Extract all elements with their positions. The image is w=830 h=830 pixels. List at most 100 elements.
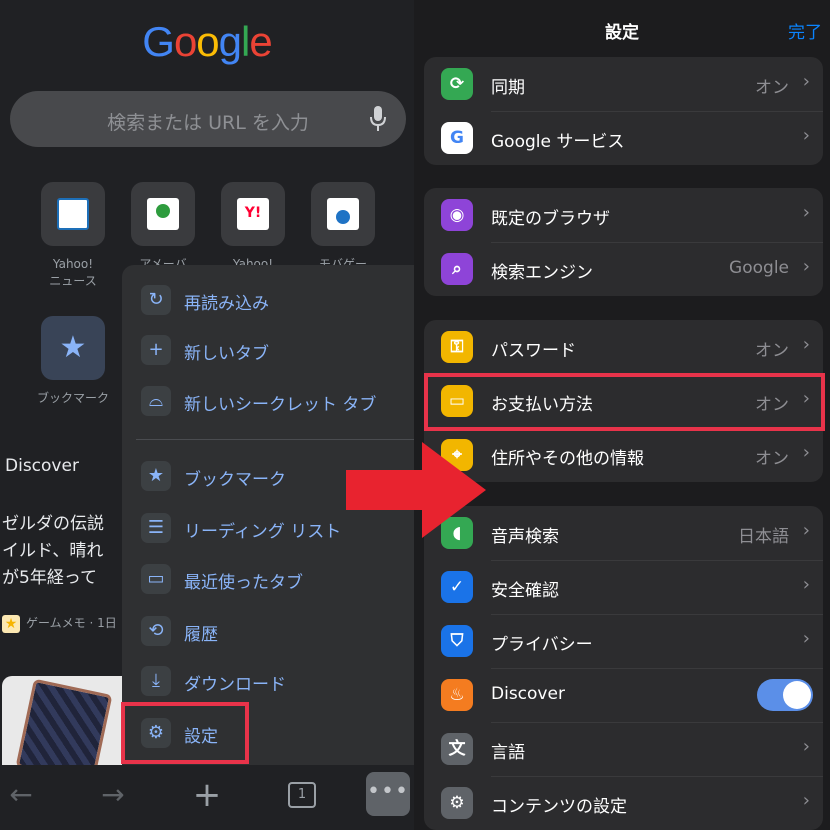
tab-switcher-button[interactable]: 1 [288, 782, 316, 808]
mic-icon[interactable] [370, 106, 386, 132]
google-icon: G [441, 122, 473, 154]
forward-button[interactable]: → [96, 775, 130, 815]
done-button[interactable]: 完了 [788, 18, 822, 43]
shield-icon: ⛉ [441, 625, 473, 657]
menu-item-label: ブックマーク [184, 470, 286, 490]
flame-icon: ♨ [441, 679, 473, 711]
row-label: Google サービス [491, 132, 625, 152]
shortcut-tile-mobage[interactable]: モバゲー [310, 182, 376, 273]
star-icon: ★ [141, 461, 171, 491]
settings-group-advanced: ◖ 音声検索 日本語 › ✓ 安全確認 › ⛉ プライバシー › ♨ Disco… [424, 506, 823, 830]
settings-group-account: ⟳ 同期 オン › G Google サービス › [424, 57, 823, 165]
plus-icon: + [141, 335, 171, 365]
reading-list-icon: ☰ [141, 513, 171, 543]
star-icon: ★ [2, 614, 20, 633]
search-placeholder: 検索または URL を入力 [107, 112, 309, 134]
key-icon: ⚿ [441, 331, 473, 363]
settings-row-default-browser[interactable]: ◉ 既定のブラウザ › [424, 188, 823, 242]
chevron-right-icon: › [802, 202, 810, 223]
gear-icon: ⚙ [441, 787, 473, 819]
chrome-new-tab-page: Google 検索または URL を入力 Yahoo! ニュース アメーバ Y!… [0, 0, 414, 830]
menu-item-label: 再読み込み [184, 294, 269, 314]
shield-check-icon: ✓ [441, 571, 473, 603]
translate-icon: 文 [441, 733, 473, 765]
menu-item-reload[interactable]: ↻ 再読み込み [122, 278, 414, 322]
shortcut-tile-bookmarks[interactable]: ★ ブックマーク [37, 316, 109, 407]
settings-row-search-engine[interactable]: ⌕ 検索エンジン Google › [424, 242, 823, 296]
chevron-right-icon: › [802, 334, 810, 355]
star-icon: ★ [59, 330, 87, 365]
yahoo-icon: Y! [237, 198, 269, 230]
settings-row-content-settings[interactable]: ⚙ コンテンツの設定 › [424, 776, 823, 830]
more-menu-button[interactable]: ••• [366, 772, 410, 816]
reload-icon: ↻ [141, 285, 171, 315]
discover-title: Discover [5, 456, 79, 476]
chevron-right-icon: › [802, 520, 810, 541]
menu-item-downloads[interactable]: ⤓ ダウンロード [122, 659, 414, 703]
article-source: ★ ゲームメモ · 1日 [2, 614, 117, 633]
menu-item-recent-tabs[interactable]: ▭ 最近使ったタブ [122, 557, 414, 601]
row-label: 同期 [491, 78, 525, 98]
settings-highlight-box [121, 702, 249, 764]
article-headline[interactable]: ゼルダの伝説 イルド、晴れ が5年経って [2, 511, 127, 592]
bottom-toolbar: ← → + 1 ••• [0, 765, 414, 830]
shortcut-tile-yahoo-news[interactable]: Yahoo! ニュース [40, 182, 106, 290]
row-label: プライバシー [491, 635, 593, 655]
google-logo: Google [142, 18, 272, 65]
tile-label: Yahoo! ニュース [49, 257, 97, 288]
page-title: 設定 [605, 23, 639, 43]
menu-item-history[interactable]: ⟲ 履歴 [122, 609, 414, 653]
search-input[interactable]: 検索または URL を入力 [10, 91, 406, 147]
row-value: オン [755, 449, 789, 469]
chevron-right-icon: › [802, 790, 810, 811]
settings-row-safety-check[interactable]: ✓ 安全確認 › [424, 560, 823, 614]
settings-row-privacy[interactable]: ⛉ プライバシー › [424, 614, 823, 668]
chevron-right-icon: › [802, 256, 810, 277]
tile-label: ブックマーク [36, 391, 109, 405]
chevron-right-icon: › [802, 125, 810, 146]
shortcut-tile-ameba[interactable]: アメーバ [130, 182, 196, 273]
discover-toggle[interactable] [757, 679, 813, 711]
settings-row-passwords[interactable]: ⚿ パスワード オン › [424, 320, 823, 374]
menu-item-label: 新しいタブ [184, 344, 269, 364]
history-icon: ⟲ [141, 616, 171, 646]
back-button[interactable]: ← [4, 775, 38, 815]
source-label: ゲームメモ · 1日 [26, 616, 117, 630]
yahoo-news-icon [57, 198, 89, 230]
settings-row-google-services[interactable]: G Google サービス › [424, 111, 823, 165]
row-label: 住所やその他の情報 [491, 449, 644, 469]
row-value: Google [729, 258, 789, 278]
row-label: コンテンツの設定 [491, 797, 627, 817]
more-icon: ••• [367, 779, 409, 804]
menu-item-label: 新しいシークレット タブ [184, 395, 377, 415]
menu-item-label: 最近使ったタブ [184, 573, 303, 593]
menu-divider [136, 439, 414, 440]
row-value: オン [755, 78, 789, 98]
row-label: パスワード [491, 341, 576, 361]
recent-tabs-icon: ▭ [141, 564, 171, 594]
chevron-right-icon: › [802, 442, 810, 463]
incognito-icon: ⌓ [141, 386, 171, 416]
globe-icon: ◉ [441, 199, 473, 231]
new-tab-button[interactable]: + [190, 775, 224, 815]
menu-item-label: リーディング リスト [184, 522, 342, 542]
settings-row-languages[interactable]: 文 言語 › [424, 722, 823, 776]
row-label: 検索エンジン [491, 263, 593, 283]
article-thumbnail[interactable] [2, 676, 126, 776]
chevron-right-icon: › [802, 574, 810, 595]
shortcut-tile-yahoo[interactable]: Y! Yahoo! [220, 182, 286, 273]
payment-highlight-box [424, 373, 825, 431]
menu-item-label: 履歴 [184, 625, 218, 645]
menu-item-new-tab[interactable]: + 新しいタブ [122, 328, 414, 372]
chevron-right-icon: › [802, 628, 810, 649]
settings-row-discover: ♨ Discover [424, 668, 823, 722]
menu-item-new-incognito-tab[interactable]: ⌓ 新しいシークレット タブ [122, 379, 414, 423]
settings-group-browser: ◉ 既定のブラウザ › ⌕ 検索エンジン Google › [424, 188, 823, 296]
row-label: Discover [491, 684, 565, 704]
settings-row-sync[interactable]: ⟳ 同期 オン › [424, 57, 823, 111]
download-icon: ⤓ [141, 666, 171, 696]
mobage-icon [327, 198, 359, 230]
row-label: 音声検索 [491, 527, 559, 547]
chevron-right-icon: › [802, 736, 810, 757]
search-icon: ⌕ [441, 253, 473, 285]
